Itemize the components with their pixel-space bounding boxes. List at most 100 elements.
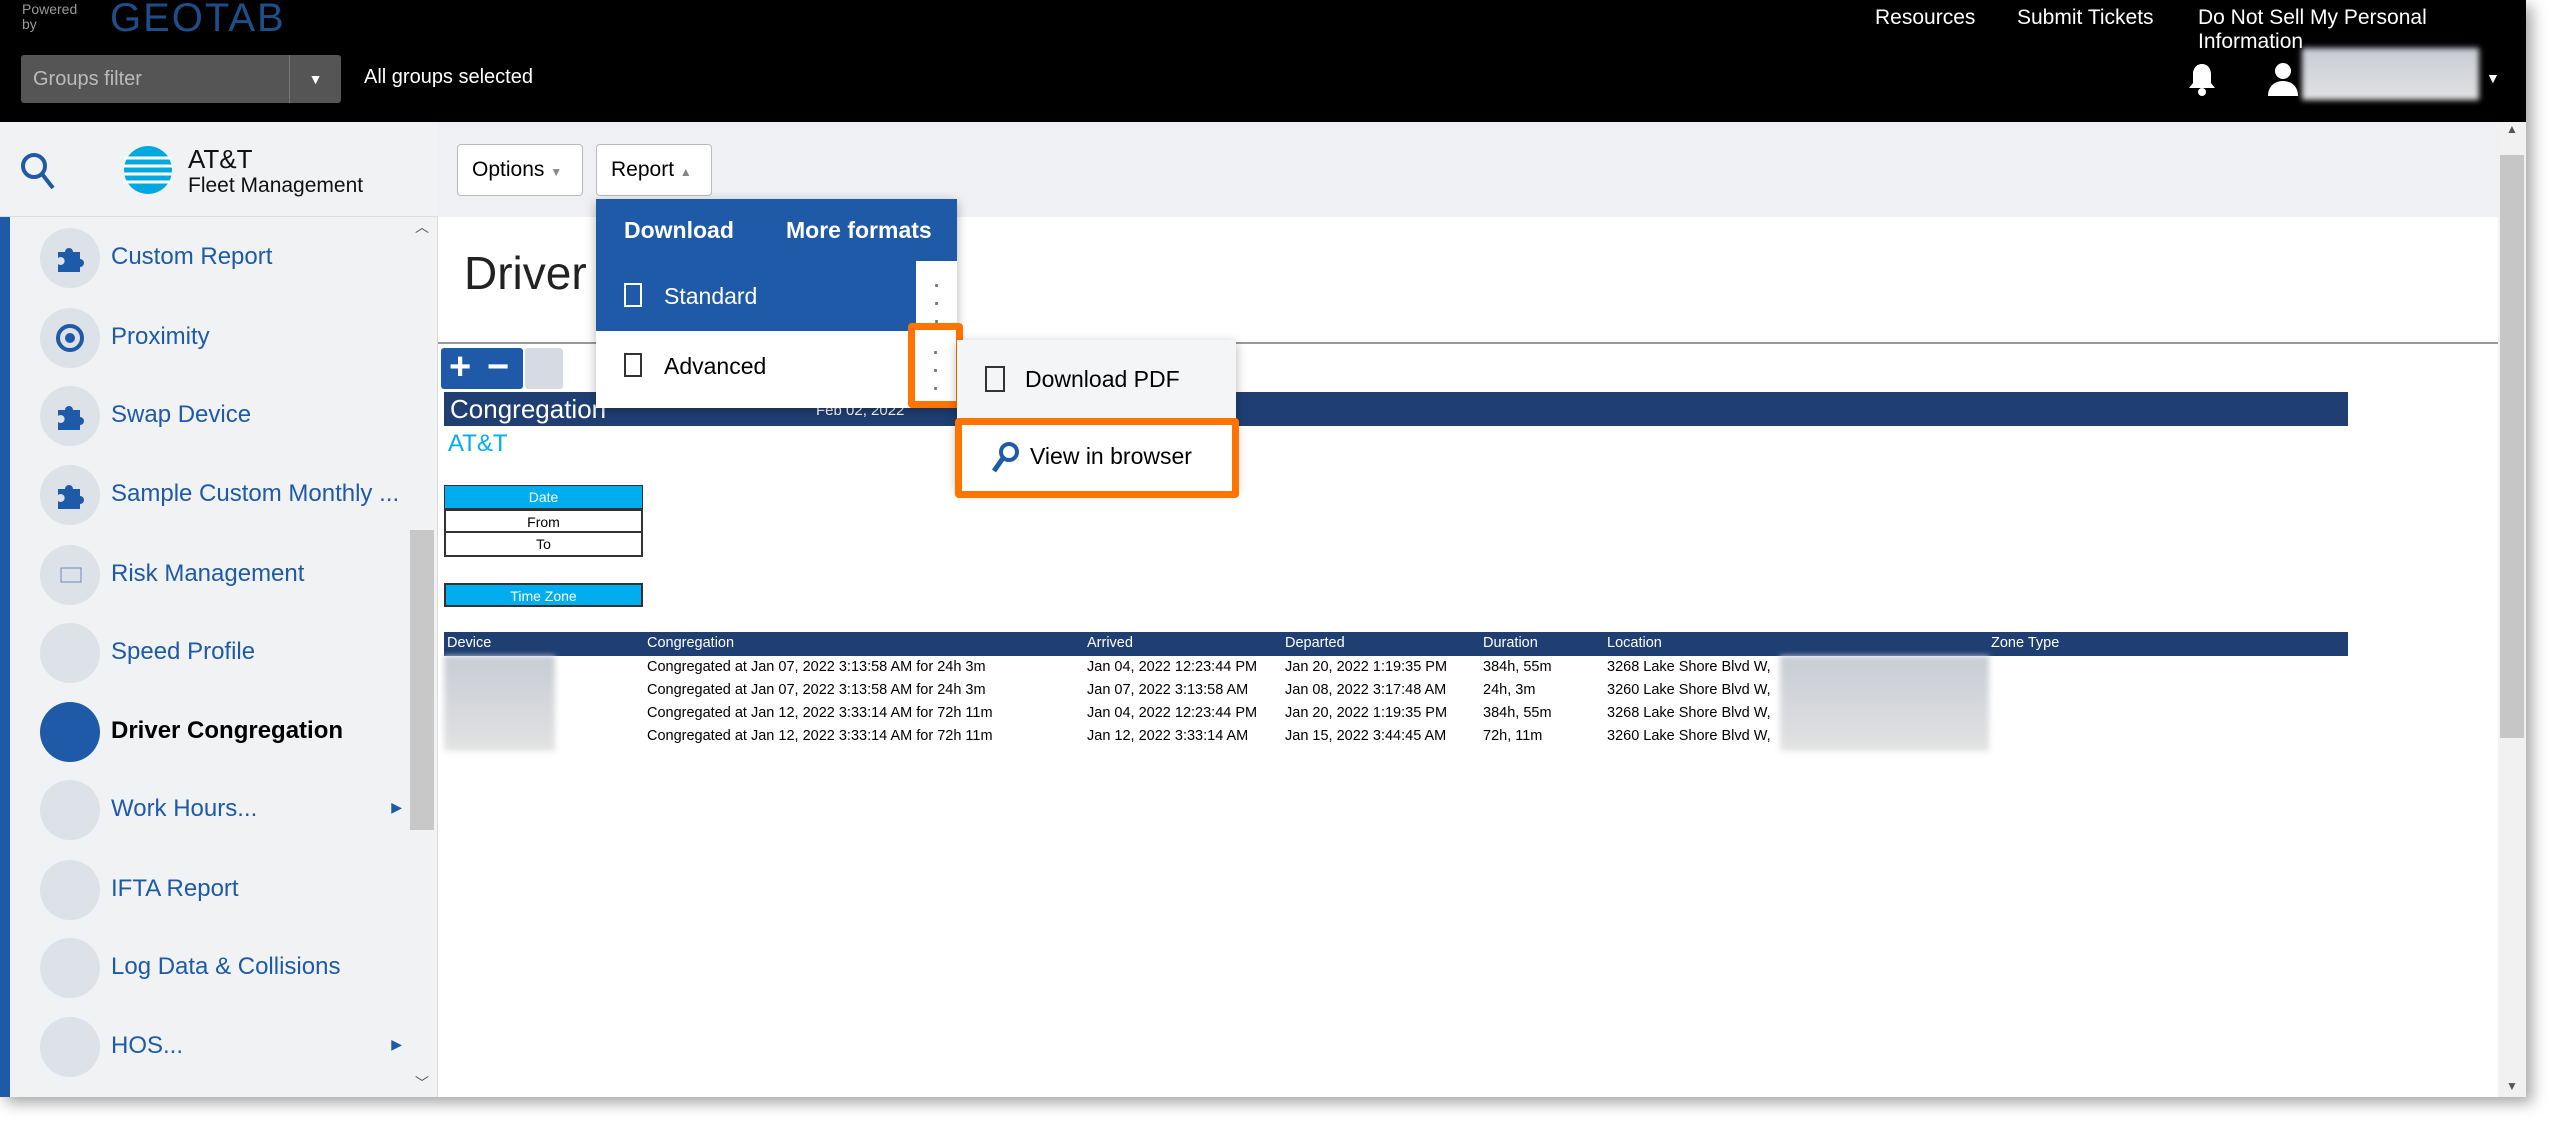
table-cell: Jan 08, 2022 3:17:48 AM xyxy=(1285,682,1447,698)
resources-link[interactable]: Resources xyxy=(1875,6,1975,30)
column-header: Location xyxy=(1607,635,1662,651)
sidebar-item-label: Risk Management xyxy=(111,560,305,587)
user-menu-caret-icon[interactable]: ▼ xyxy=(2486,70,2500,86)
page-scroll-thumb[interactable] xyxy=(2500,155,2524,738)
logo-line2: Fleet Management xyxy=(188,174,364,197)
report-company: AT&T xyxy=(448,430,508,457)
chevron-down-icon[interactable]: ▼ xyxy=(289,55,341,103)
sidebar-item[interactable]: Sample Custom Monthly ... xyxy=(10,456,408,535)
report-title: Congregation xyxy=(450,394,607,424)
table-cell: Congregated at Jan 12, 2022 3:33:14 AM f… xyxy=(647,705,993,721)
more-formats-column-label: More formats xyxy=(786,217,932,243)
sidebar-item[interactable]: Speed Profile xyxy=(10,614,408,693)
device-redacted xyxy=(444,656,555,751)
column-header: Arrived xyxy=(1087,635,1133,651)
puzzle-icon xyxy=(58,406,84,430)
table-cell: 384h, 55m xyxy=(1483,659,1552,675)
submit-tickets-link[interactable]: Submit Tickets xyxy=(2017,6,2154,30)
table-cell: 384h, 55m xyxy=(1483,705,1552,721)
chart-icon xyxy=(60,567,82,583)
table-cell: Jan 12, 2022 3:33:14 AM xyxy=(1087,728,1249,744)
report-button[interactable]: Report ▲ xyxy=(596,144,712,196)
table-row: Congregated at Jan 12, 2022 3:33:14 AM f… xyxy=(444,702,2348,725)
report-label: Report xyxy=(611,158,675,181)
view-in-browser-item[interactable]: View in browser xyxy=(955,418,1239,498)
fit-icon[interactable] xyxy=(525,348,563,389)
download-column-label: Download xyxy=(624,217,734,243)
sidebar-item[interactable]: Proximity xyxy=(10,299,408,378)
table-cell: Jan 15, 2022 3:44:45 AM xyxy=(1285,728,1447,744)
zoom-out-icon[interactable]: − xyxy=(487,348,509,386)
sidebar-item[interactable]: Work Hours... ▶ xyxy=(10,771,408,850)
puzzle-icon xyxy=(58,485,84,509)
advanced-more-icon[interactable]: · · · xyxy=(908,323,963,408)
location-redacted xyxy=(1780,656,1989,751)
sidebar-item-label: Swap Device xyxy=(111,401,252,428)
item-circle xyxy=(40,938,100,998)
view-in-browser-label: View in browser xyxy=(1030,443,1192,469)
table-cell: Jan 20, 2022 1:19:35 PM xyxy=(1285,659,1448,675)
menu-item-advanced[interactable]: Advanced xyxy=(596,331,957,401)
bell-icon[interactable] xyxy=(2186,62,2218,96)
options-button[interactable]: Options ▼ xyxy=(457,144,583,196)
sidebar-header: AT&T Fleet Management xyxy=(0,122,438,217)
sidebar-item[interactable]: Custom Report xyxy=(10,219,408,298)
scroll-up-icon[interactable]: ︿ xyxy=(408,217,436,237)
zoom-controls: + − xyxy=(441,348,523,389)
proximity-icon xyxy=(56,324,84,352)
sidebar-item-label: Sample Custom Monthly ... xyxy=(111,480,400,507)
user-name-redacted[interactable] xyxy=(2302,48,2479,100)
download-pdf-label: Download PDF xyxy=(1025,366,1180,392)
proximity-icon-circle xyxy=(40,308,100,368)
column-header: Departed xyxy=(1285,635,1345,651)
user-icon[interactable] xyxy=(2268,62,2298,96)
table-cell: 72h, 11m xyxy=(1483,728,1543,744)
sidebar-item[interactable]: Driver Congregation xyxy=(10,693,408,772)
pdf-file-icon xyxy=(985,366,1005,392)
scroll-up-icon[interactable]: ▲ xyxy=(2498,122,2526,136)
sidebar-scroll-thumb[interactable] xyxy=(410,530,434,830)
top-bar: Powered by GEOTAB Groups filter ▼ All gro… xyxy=(0,0,2526,122)
table-row: Congregated at Jan 12, 2022 3:33:14 AM f… xyxy=(444,725,2348,748)
logo-line1: AT&T xyxy=(188,144,253,174)
search-icon[interactable] xyxy=(20,152,56,192)
sidebar-item-label: Speed Profile xyxy=(111,638,256,665)
column-header: Duration xyxy=(1483,635,1538,651)
item-circle xyxy=(40,860,100,920)
scroll-down-icon[interactable]: ﹀ xyxy=(408,1073,436,1093)
table-cell: Congregated at Jan 07, 2022 3:13:58 AM f… xyxy=(647,682,986,698)
options-label: Options xyxy=(472,158,545,181)
zoom-in-icon[interactable]: + xyxy=(449,348,471,386)
chevron-right-icon: ▶ xyxy=(391,799,402,815)
do-not-sell-link[interactable]: Do Not Sell My Personal Information xyxy=(2198,6,2526,54)
menu-item-standard[interactable]: Standard · · · xyxy=(596,261,957,334)
sidebar-item[interactable]: Risk Management xyxy=(10,536,408,615)
puzzle-icon xyxy=(58,248,84,272)
scroll-down-icon[interactable]: ▼ xyxy=(2498,1079,2526,1093)
puzzle-icon-circle xyxy=(40,386,100,446)
timezone-header: Time Zone xyxy=(444,583,643,607)
chart-icon-circle xyxy=(40,545,100,605)
standard-more-icon[interactable]: · · · xyxy=(916,261,957,334)
sidebar-item-label: Log Data & Collisions xyxy=(111,953,341,980)
sidebar-item[interactable]: Log Data & Collisions xyxy=(10,929,408,1008)
sidebar-item-label: IFTA Report xyxy=(111,875,239,902)
app-window: Powered by GEOTAB Groups filter ▼ All gro… xyxy=(0,0,2526,1097)
download-pdf-item[interactable]: Download PDF xyxy=(957,340,1236,416)
column-header: Device xyxy=(447,635,492,651)
powered-by-label: Powered by xyxy=(22,1,78,32)
to-label: To xyxy=(444,533,643,557)
xls-file-icon xyxy=(624,283,642,307)
table-cell: Congregated at Jan 07, 2022 3:13:58 AM f… xyxy=(647,659,986,675)
sidebar-item-label: Work Hours... xyxy=(111,795,258,822)
table-cell: 24h, 3m xyxy=(1483,682,1536,698)
sidebar-item[interactable]: Swap Device xyxy=(10,377,408,456)
menu-header: Download More formats xyxy=(596,199,957,261)
date-header: Date xyxy=(444,485,643,509)
table-row: Congregated at Jan 07, 2022 3:13:58 AM f… xyxy=(444,656,2348,679)
puzzle-icon-circle xyxy=(40,465,100,525)
sidebar-item[interactable]: HOS... ▶ xyxy=(10,1008,408,1087)
groups-filter-input[interactable]: Groups filter ▼ xyxy=(21,55,341,103)
magnifier-icon xyxy=(991,442,1019,473)
sidebar-item[interactable]: IFTA Report xyxy=(10,851,408,930)
